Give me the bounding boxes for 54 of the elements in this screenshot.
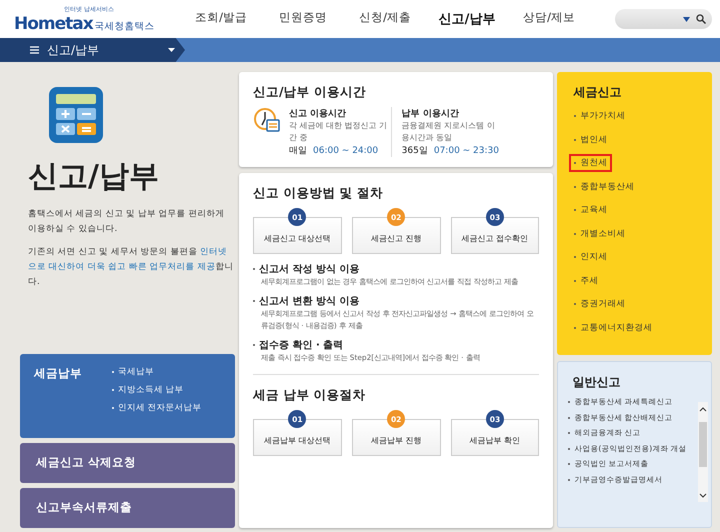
panel-link[interactable]: 지방소득세 납부 [112,384,202,396]
page-title: 신고/납부 [28,158,160,196]
tax-link[interactable]: 주세 [569,272,604,290]
tax-link[interactable]: 증권거래세 [569,295,630,313]
logo-subtitle: 국세청홈택스 [94,20,155,32]
hours-day: 365일 [402,146,428,156]
nav-menu-item[interactable]: 상담/제보 [508,10,590,28]
card-title: 세금 납부 이용절차 [253,387,367,404]
card-title: 신고/납부 이용시간 [253,84,367,101]
intro-paragraph: 홈택스에서 세금의 신고 및 납부 업무를 편리하게 이용하실 수 있습니다. [28,208,226,236]
search-field[interactable] [615,9,712,29]
tax-link[interactable]: 개별소비세 [569,224,630,242]
card-title: 신고 이용방법 및 절차 [253,185,384,202]
tax-link[interactable]: 부가가치세 [569,107,630,125]
tax-link[interactable]: 원천세 [569,154,612,172]
panel-title: 세금납부 [34,366,82,382]
panel-title: 일반신고 [572,374,622,391]
hours-title: 납부 이용시간 [402,108,460,120]
hours-description: 금융결제원 지로시스템 이용시간과 동일 [402,120,496,144]
tax-link[interactable]: 인지세 [569,248,612,266]
panel-title: 신고부속서류제출 [36,500,132,516]
search-icon[interactable] [696,14,706,24]
quick-link-panel[interactable]: 세금납부 국세납부 지방소득세 납부 인지세 전자문서납부 [20,354,235,438]
menu-icon [30,46,39,54]
tax-link[interactable]: 법인세 [569,130,612,148]
hours-day: 매일 [289,146,307,156]
quick-link-panel[interactable]: 신고부속서류제출 [20,488,235,528]
panel-title: 세금신고 [573,84,622,101]
clock-calendar-icon [253,107,281,135]
nav-menu-item[interactable]: 신청/제출 [344,10,426,28]
hours-time: 06:00 ~ 24:00 [313,146,378,156]
method-title: 신고서 변환 방식 이용 [259,295,360,308]
panel-link[interactable]: 인지세 전자문서납부 [112,402,202,414]
tax-link[interactable]: 종합부동산세 [569,178,640,196]
tax-link[interactable]: 교육세 [569,201,612,219]
panel-link[interactable]: 국세납부 [112,366,202,378]
scrollbar[interactable] [698,402,708,502]
quick-link-panel[interactable]: 세금신고 삭제요청 [20,443,235,483]
dropdown-caret-icon [683,16,690,22]
method-title: 접수증 확인 · 출력 [259,339,344,352]
tax-link[interactable]: 교통에너지환경세 [569,318,658,336]
intro-paragraph: 기존의 서면 신고 및 세무서 방문의 불편을 인터넷으로 대신하여 더욱 쉽고 빠른 업무처리를 제공합니다. [28,246,234,289]
caret-icon [168,48,175,52]
nav-menu-item[interactable]: 민원증명 [262,10,344,28]
method-title: 신고서 작성 방식 이용 [259,263,360,276]
section-menu-button[interactable]: 신고/납부 [0,38,185,62]
panel-title: 세금신고 삭제요청 [36,455,136,471]
logo-wordmark[interactable]: Hometax [14,14,93,34]
hours-time: 07:00 ~ 23:30 [434,146,499,156]
hours-title: 신고 이용시간 [289,108,348,120]
hours-description: 각 세금에 대한 법정신고 기간 중 [289,120,388,144]
calculator-icon [48,86,104,144]
nav-menu-item[interactable]: 신고/납부 [426,10,508,28]
nav-menu-item[interactable]: 조회/발급 [180,10,262,28]
